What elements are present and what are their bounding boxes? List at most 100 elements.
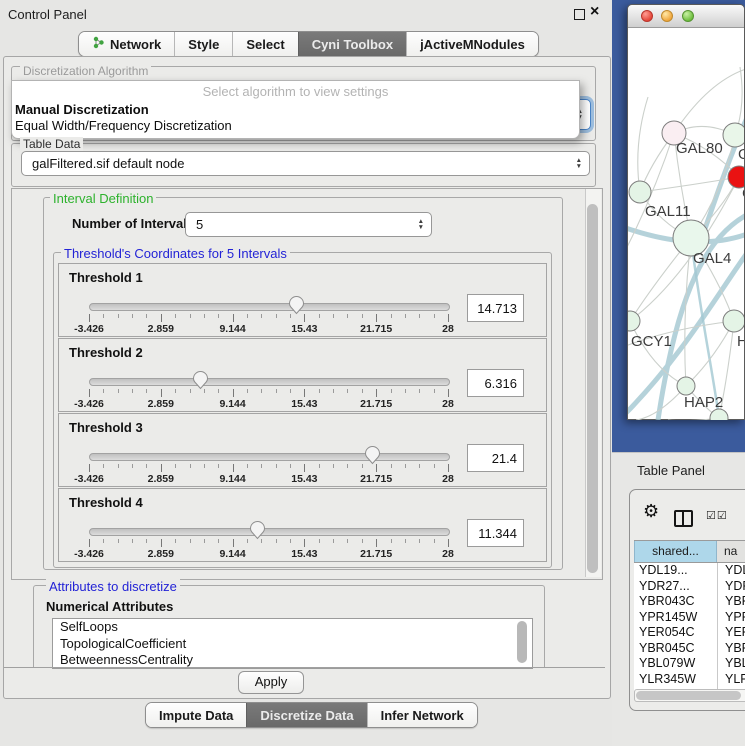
- tick-mark: [132, 539, 133, 543]
- attributes-scrollbar-thumb[interactable]: [517, 621, 527, 663]
- threshold-slider-track[interactable]: [89, 453, 450, 461]
- threshold-slider-track[interactable]: [89, 303, 450, 311]
- numerical-attributes-list[interactable]: SelfLoopsTopologicalCoefficientBetweenne…: [52, 618, 533, 669]
- tick-mark: [276, 314, 277, 318]
- tick-mark: [448, 389, 449, 397]
- algorithm-option-manual-discretization[interactable]: Manual Discretization: [15, 102, 149, 117]
- network-node-gal11[interactable]: [629, 181, 651, 203]
- network-node-hap2[interactable]: [677, 377, 695, 395]
- cell-name: YBR0: [717, 641, 745, 657]
- tab-infer-network[interactable]: Infer Network: [367, 703, 477, 727]
- tick-mark: [448, 539, 449, 547]
- tick-mark: [319, 314, 320, 318]
- table-row[interactable]: YBR043CYBR0: [634, 594, 745, 610]
- columns-icon[interactable]: [674, 510, 693, 527]
- table-hscrollbar-track[interactable]: [634, 689, 745, 702]
- threshold-slider-track[interactable]: [89, 528, 450, 536]
- threshold-slider-thumb[interactable]: [249, 520, 266, 540]
- tick-mark: [347, 464, 348, 468]
- network-window-titlebar: [628, 5, 744, 28]
- threshold-value-field[interactable]: 11.344: [467, 519, 524, 547]
- network-node-ga[interactable]: [723, 123, 744, 147]
- tick-mark: [419, 314, 420, 318]
- close-icon[interactable]: ×: [590, 3, 599, 21]
- tick-mark: [146, 389, 147, 393]
- threshold-slider-track[interactable]: [89, 378, 450, 386]
- network-canvas[interactable]: GAL80GACGAL11GAL4GCY1HHAP2: [628, 27, 744, 420]
- tick-mark: [290, 389, 291, 393]
- table-row[interactable]: YBR045CYBR0: [634, 641, 745, 657]
- threshold-panel-2: Threshold 2-3.4262.8599.14415.4321.71528…: [58, 338, 547, 412]
- number-of-intervals-combobox[interactable]: 5 ▲▼: [185, 212, 432, 237]
- tick-mark: [146, 314, 147, 318]
- settings-scrollbar-thumb[interactable]: [587, 204, 598, 573]
- thresholds-group-label: Threshold's Coordinates for 5 Intervals: [61, 246, 290, 261]
- tick-mark: [146, 539, 147, 543]
- checkboxes-icon[interactable]: ☑☑: [706, 509, 728, 522]
- table-row[interactable]: YDR27...YDR2: [634, 579, 745, 595]
- tick-mark: [204, 539, 205, 543]
- table-row[interactable]: YLR345WYLR3: [634, 672, 745, 688]
- table-body: YDL19...YDL1YDR27...YDR2YBR043CYBR0YPR14…: [634, 563, 745, 691]
- tick-mark: [204, 314, 205, 318]
- tick-mark: [333, 389, 334, 393]
- tick-mark: [261, 389, 262, 393]
- tick-mark: [218, 539, 219, 543]
- threshold-value-field[interactable]: 21.4: [467, 444, 524, 472]
- column-header-1[interactable]: shared...: [634, 541, 717, 562]
- table-hscrollbar-thumb[interactable]: [636, 691, 741, 700]
- minimize-traffic-light-icon[interactable]: [661, 10, 673, 22]
- apply-button[interactable]: Apply: [238, 671, 304, 694]
- table-row[interactable]: YPR145WYPR1: [634, 610, 745, 626]
- tick-mark: [118, 389, 119, 393]
- list-item-topologicalcoefficient[interactable]: TopologicalCoefficient: [53, 636, 532, 653]
- tick-label: 28: [442, 398, 454, 410]
- tab-select[interactable]: Select: [232, 32, 297, 56]
- node-label: GAL80: [676, 140, 723, 157]
- tab-jactivemnodules[interactable]: jActiveMNodules: [406, 32, 538, 56]
- tick-mark: [261, 464, 262, 468]
- tick-mark: [103, 464, 104, 468]
- tick-mark: [290, 539, 291, 543]
- gear-icon[interactable]: ⚙: [643, 502, 659, 520]
- threshold-tick-labels: -3.4262.8599.14415.4321.71528: [89, 473, 448, 485]
- close-traffic-light-icon[interactable]: [641, 10, 653, 22]
- tab-label: Infer Network: [381, 708, 464, 723]
- table-row[interactable]: YBL079WYBL0: [634, 656, 745, 672]
- table-data-label: Table Data: [20, 137, 83, 151]
- tick-mark: [391, 464, 392, 468]
- threshold-slider-thumb[interactable]: [364, 445, 381, 465]
- zoom-traffic-light-icon[interactable]: [682, 10, 694, 22]
- column-header-2[interactable]: na: [717, 541, 745, 562]
- float-window-icon[interactable]: [574, 9, 585, 20]
- cell-shared-name: YLR345W: [634, 672, 717, 688]
- tick-mark: [175, 464, 176, 468]
- threshold-slider-thumb[interactable]: [288, 295, 305, 315]
- tick-label: 2.859: [148, 323, 174, 335]
- bottom-tab-bar: Impute DataDiscretize Data Infer Network: [145, 702, 478, 728]
- tick-label: 2.859: [148, 398, 174, 410]
- table-row[interactable]: YDL19...YDL1: [634, 563, 745, 579]
- tick-mark: [161, 539, 162, 547]
- tab-style[interactable]: Style: [174, 32, 232, 56]
- tab-cyni-toolbox[interactable]: Cyni Toolbox: [298, 32, 406, 56]
- tick-mark: [405, 539, 406, 543]
- threshold-value-field[interactable]: 6.316: [467, 369, 524, 397]
- threshold-value-field[interactable]: 14.713: [467, 294, 524, 322]
- threshold-slider-thumb[interactable]: [192, 370, 209, 390]
- node-label: GAL11: [645, 203, 691, 220]
- table-data-combobox[interactable]: galFiltered.sif default node ▲▼: [21, 151, 590, 176]
- table-panel: Table Panel ⚙ ☑☑ shared...na YDL19...YDL…: [612, 452, 745, 746]
- tick-mark: [190, 539, 191, 543]
- network-node-h[interactable]: [723, 310, 744, 332]
- tab-impute-data[interactable]: Impute Data: [146, 703, 246, 727]
- algorithm-option-equal-width-frequency-discretization[interactable]: Equal Width/Frequency Discretization: [15, 118, 232, 133]
- tab-discretize-data[interactable]: Discretize Data: [246, 703, 366, 727]
- list-item-selfloops[interactable]: SelfLoops: [53, 619, 532, 636]
- tab-network[interactable]: Network: [79, 32, 174, 56]
- table-panel-title: Table Panel: [637, 463, 705, 478]
- threshold-label: Threshold 4: [69, 495, 143, 510]
- threshold-label: Threshold 2: [69, 345, 143, 360]
- tick-mark: [419, 389, 420, 393]
- table-row[interactable]: YER054CYER0: [634, 625, 745, 641]
